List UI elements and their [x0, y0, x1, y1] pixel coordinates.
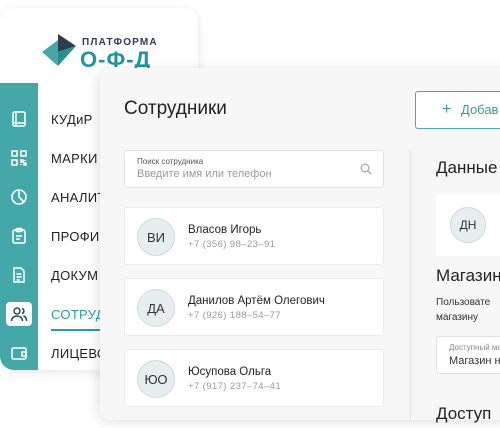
shops-description: Пользовате магазину — [436, 295, 500, 325]
avatar: ДА — [137, 289, 175, 327]
clipboard-icon — [6, 224, 32, 248]
details-card: ДН — [436, 194, 500, 256]
search-icon[interactable] — [360, 163, 372, 175]
shops-desc-line: Пользовате — [436, 297, 491, 308]
page-title: Сотрудники — [124, 98, 227, 119]
add-button-label: Добав — [461, 102, 499, 117]
pie-chart-icon — [6, 185, 32, 209]
avatar: ДН — [450, 207, 486, 243]
sidebar-item-label: АНАЛИТ — [51, 190, 106, 205]
employee-card[interactable]: ЮО Юсупова Ольга +7 (917) 237–74–41 — [124, 349, 384, 407]
sidebar-item-label: ПРОФИ — [51, 229, 100, 244]
shops-title: Магазин — [436, 266, 500, 285]
sidebar-item-label: КУДиР — [51, 112, 93, 127]
employee-phone: +7 (917) 237–74–41 — [188, 381, 282, 392]
employee-name: Данилов Артём Олегович — [188, 295, 325, 307]
book-icon — [6, 107, 32, 131]
employees-panel: Сотрудники + Добав Поиск сотрудника ВИ В… — [100, 68, 500, 423]
column-divider — [410, 150, 411, 420]
employee-search-field[interactable]: Поиск сотрудника — [124, 150, 384, 188]
qr-code-icon — [6, 146, 32, 170]
avatar: ЮО — [137, 360, 175, 398]
shop-select[interactable]: Доступный ма Магазин н — [436, 336, 500, 374]
sidebar-item-label: ДОКУМ — [51, 268, 99, 283]
search-label: Поиск сотрудника — [137, 157, 204, 166]
details-title: Данные — [436, 158, 498, 177]
plus-icon: + — [442, 101, 452, 118]
app-screen: ПЛАТФОРМА О-Ф-Д КУДиР МАРКИ АНАЛИТ ПРОФИ… — [0, 0, 500, 428]
sidebar-item-label: СОТРУД — [51, 307, 105, 322]
employee-phone: +7 (356) 98–23–91 — [188, 239, 276, 250]
logo-mark-icon — [42, 34, 76, 66]
shops-desc-line: магазину — [436, 312, 479, 323]
wallet-icon — [6, 341, 32, 365]
document-icon — [6, 263, 32, 287]
shop-select-value: Магазин н — [449, 355, 500, 367]
search-input[interactable] — [137, 168, 357, 180]
employee-name: Власов Игорь — [188, 224, 262, 236]
access-title: Доступ — [436, 404, 492, 423]
sidebar-item-label: МАРКИ — [51, 151, 98, 166]
users-icon — [6, 302, 32, 326]
shop-select-label: Доступный ма — [449, 343, 500, 352]
employee-card[interactable]: ДА Данилов Артём Олегович +7 (926) 188–5… — [124, 278, 384, 336]
employee-name: Юсупова Ольга — [188, 366, 272, 378]
sidebar-item-label: ЛИЦЕВО — [51, 346, 108, 361]
employee-card[interactable]: ВИ Власов Игорь +7 (356) 98–23–91 — [124, 207, 384, 265]
add-employee-button[interactable]: + Добав — [415, 91, 500, 129]
employee-phone: +7 (926) 188–54–77 — [188, 310, 282, 321]
avatar: ВИ — [137, 218, 175, 256]
